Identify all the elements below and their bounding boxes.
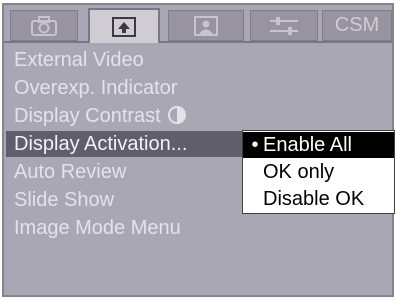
tab-bar-divider — [4, 41, 392, 43]
tab-settings[interactable] — [250, 10, 318, 41]
menu-item-label: Slide Show — [14, 189, 115, 211]
tab-playback[interactable] — [88, 8, 160, 43]
tab-csm[interactable]: CSM — [322, 10, 392, 41]
submenu-option-enable-all[interactable]: • Enable All — [243, 132, 394, 158]
menu-item-auto-review[interactable]: Auto Review — [14, 159, 126, 185]
menu-item-label: External Video — [14, 49, 144, 71]
camera-icon — [31, 15, 57, 36]
display-activation-submenu: • Enable All OK only Disable OK — [242, 130, 395, 214]
tab-camera[interactable] — [10, 10, 78, 41]
submenu-option-label: Enable All — [263, 134, 352, 156]
camera-menu-screen: CSM External Video Overexp. Indicator Di… — [2, 3, 395, 297]
portrait-icon — [194, 15, 218, 36]
menu-item-external-video[interactable]: External Video — [14, 47, 144, 73]
submenu-option-disable-ok[interactable]: Disable OK — [243, 186, 394, 212]
menu-item-label: Display Activation... — [14, 133, 188, 155]
menu-item-overexp-indicator[interactable]: Overexp. Indicator — [14, 75, 177, 101]
submenu-option-label: Disable OK — [263, 188, 365, 210]
menu-item-label: Overexp. Indicator — [14, 77, 178, 99]
playback-icon — [112, 16, 136, 37]
menu-item-label: Image Mode Menu — [14, 217, 181, 239]
submenu-option-label: OK only — [263, 161, 335, 183]
menu-item-slide-show[interactable]: Slide Show — [14, 187, 114, 213]
menu-item-image-mode-menu[interactable]: Image Mode Menu — [14, 215, 181, 241]
tab-portrait[interactable] — [168, 10, 244, 41]
menu-item-display-activation[interactable]: Display Activation... — [6, 131, 250, 157]
menu-item-label: Display Contrast — [14, 105, 161, 127]
contrast-icon — [167, 106, 186, 124]
settings-sliders-icon — [270, 16, 298, 35]
selected-bullet-icon: • — [251, 134, 259, 156]
menu-item-display-contrast[interactable]: Display Contrast — [14, 103, 187, 129]
tab-csm-label: CSM — [334, 14, 380, 36]
submenu-option-ok-only[interactable]: OK only — [243, 159, 394, 185]
menu-item-label: Auto Review — [14, 161, 127, 183]
